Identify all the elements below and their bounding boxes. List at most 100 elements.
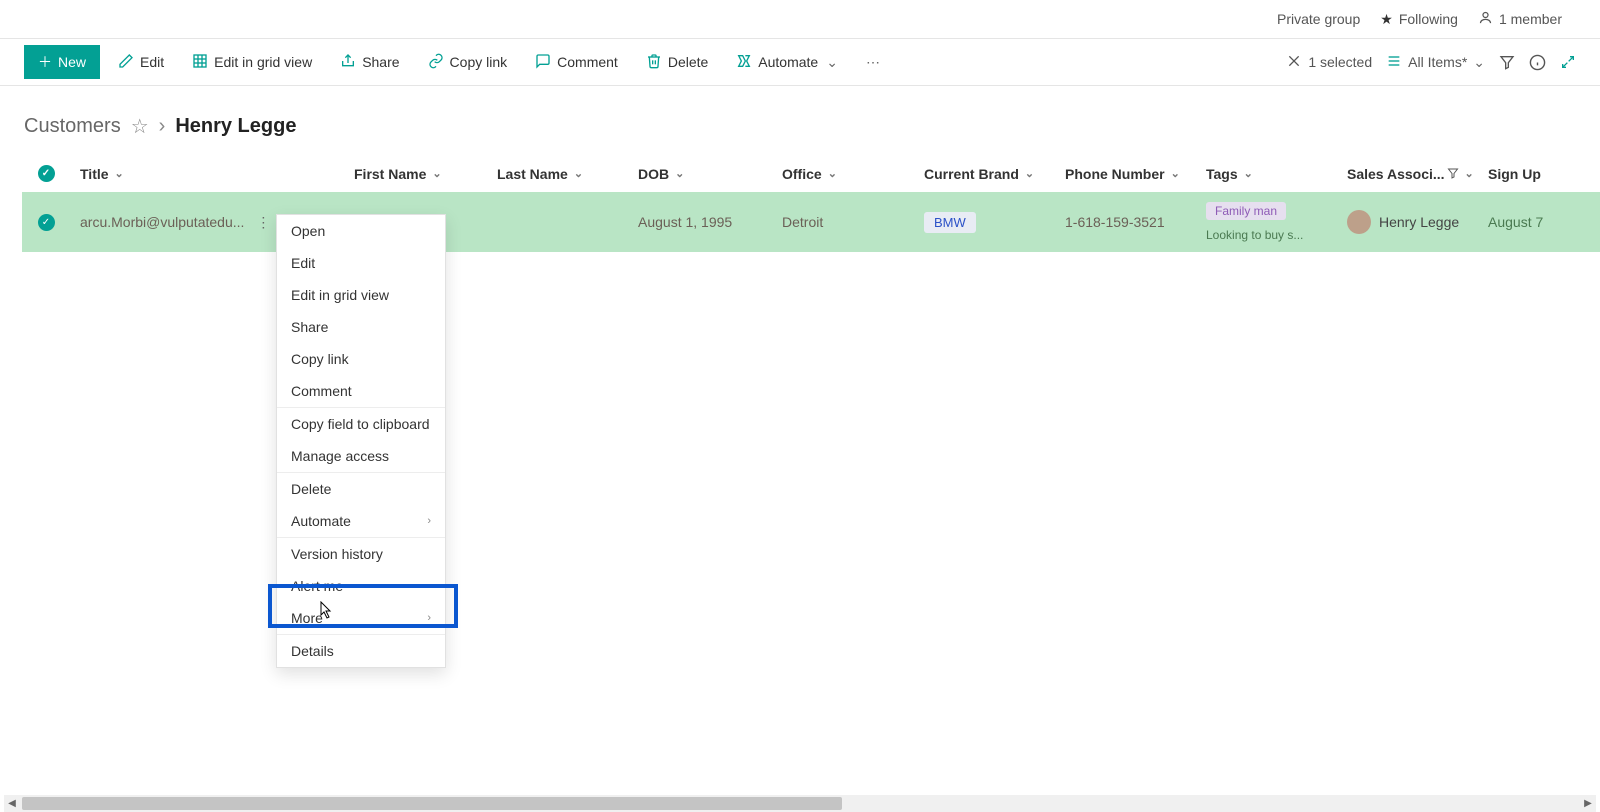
private-group-label: Private group [1277, 11, 1360, 27]
star-filled-icon: ★ [1380, 11, 1393, 28]
cell-phone: 1-618-159-3521 [1065, 214, 1206, 230]
menu-automate[interactable]: Automate › [277, 505, 445, 537]
menu-edit-grid[interactable]: Edit in grid view [277, 279, 445, 311]
new-button[interactable]: ＋ New [24, 45, 100, 79]
menu-details[interactable]: Details [277, 635, 445, 667]
edit-button[interactable]: Edit [108, 47, 174, 78]
tag-pill: Family man [1206, 202, 1286, 220]
list-icon [1386, 53, 1402, 72]
column-header-title[interactable]: Title ⌄ [70, 166, 354, 182]
menu-more[interactable]: More › [277, 602, 445, 634]
funnel-icon [1499, 54, 1515, 70]
breadcrumb: Customers ☆ › Henry Legge [0, 86, 1600, 155]
top-info-bar: Private group ★ Following 1 member [0, 0, 1600, 38]
tag-text: Looking to buy s... [1206, 228, 1303, 242]
info-icon [1529, 54, 1546, 71]
comment-icon [535, 53, 551, 72]
filter-button[interactable] [1499, 54, 1515, 70]
close-icon [1286, 53, 1302, 72]
scrollbar-thumb[interactable] [22, 797, 842, 810]
chevron-down-icon: ⌄ [115, 167, 124, 180]
column-header-tags[interactable]: Tags ⌄ [1206, 166, 1347, 182]
expand-button[interactable] [1560, 54, 1576, 70]
clear-selection-button[interactable]: 1 selected [1286, 53, 1372, 72]
pencil-icon [118, 53, 134, 72]
list-table: ✓ Title ⌄ First Name ⌄ Last Name ⌄ DOB ⌄… [0, 155, 1600, 252]
chevron-down-icon: ⌄ [1171, 167, 1180, 180]
delete-button[interactable]: Delete [636, 47, 718, 78]
column-header-last-name[interactable]: Last Name ⌄ [497, 166, 638, 182]
menu-share[interactable]: Share [277, 311, 445, 343]
menu-copy-link[interactable]: Copy link [277, 343, 445, 375]
cell-brand: BMW [924, 212, 1065, 233]
column-header-sales-assoc[interactable]: Sales Associ... ⌄ [1347, 166, 1488, 182]
chevron-down-icon: ⌄ [828, 167, 837, 180]
breadcrumb-list[interactable]: Customers [24, 115, 121, 138]
cell-dob: August 1, 1995 [638, 214, 782, 230]
chevron-down-icon: ⌄ [432, 167, 441, 180]
check-circle-icon: ✓ [38, 165, 55, 182]
column-header-signup[interactable]: Sign Up [1488, 166, 1568, 182]
chevron-down-icon: ⌄ [826, 54, 838, 71]
edit-grid-button[interactable]: Edit in grid view [182, 47, 322, 78]
check-circle-icon: ✓ [38, 214, 55, 231]
more-horizontal-icon: ⋯ [866, 54, 880, 70]
cell-office: Detroit [782, 214, 924, 230]
row-checkbox[interactable]: ✓ [22, 214, 70, 231]
scroll-right-arrow[interactable]: ▶ [1580, 797, 1596, 810]
grid-icon [192, 53, 208, 72]
chevron-down-icon: ⌄ [1473, 54, 1485, 71]
link-icon [428, 53, 444, 72]
cell-assoc: Henry Legge [1347, 210, 1488, 234]
menu-comment[interactable]: Comment [277, 375, 445, 407]
row-actions-button[interactable]: ⋮ [252, 210, 274, 235]
chevron-down-icon: ⌄ [1244, 167, 1253, 180]
share-button[interactable]: Share [330, 47, 409, 78]
column-header-phone[interactable]: Phone Number ⌄ [1065, 166, 1206, 182]
horizontal-scrollbar[interactable]: ◀ ▶ [4, 795, 1596, 812]
menu-manage-access[interactable]: Manage access [277, 440, 445, 472]
copy-link-button[interactable]: Copy link [418, 47, 518, 78]
right-tools: 1 selected All Items* ⌄ [1286, 53, 1576, 72]
menu-copy-field[interactable]: Copy field to clipboard [277, 408, 445, 440]
cell-signup: August 7 [1488, 214, 1568, 230]
star-outline-icon[interactable]: ☆ [131, 114, 149, 139]
automate-button[interactable]: Automate ⌄ [726, 47, 848, 78]
select-all-checkbox[interactable]: ✓ [22, 165, 70, 182]
menu-delete[interactable]: Delete [277, 473, 445, 505]
avatar [1347, 210, 1371, 234]
share-icon [340, 53, 356, 72]
scroll-left-arrow[interactable]: ◀ [4, 797, 20, 810]
table-row[interactable]: ✓ arcu.Morbi@vulputatedu... ⋮ Eric Augus… [22, 192, 1600, 252]
list-header-row: ✓ Title ⌄ First Name ⌄ Last Name ⌄ DOB ⌄… [22, 155, 1600, 192]
chevron-down-icon: ⌄ [1465, 167, 1474, 180]
chevron-right-icon: › [427, 515, 431, 527]
brand-pill: BMW [924, 212, 976, 233]
flow-icon [736, 53, 752, 72]
person-icon [1478, 10, 1493, 28]
info-button[interactable] [1529, 54, 1546, 71]
expand-icon [1560, 54, 1576, 70]
column-header-office[interactable]: Office ⌄ [782, 166, 924, 182]
chevron-down-icon: ⌄ [574, 167, 583, 180]
column-header-brand[interactable]: Current Brand ⌄ [924, 166, 1065, 182]
chevron-right-icon: › [159, 115, 166, 138]
members-button[interactable]: 1 member [1478, 10, 1562, 28]
more-button[interactable]: ⋯ [856, 48, 890, 77]
funnel-icon [1447, 166, 1459, 182]
menu-open[interactable]: Open [277, 215, 445, 247]
view-selector[interactable]: All Items* ⌄ [1386, 53, 1485, 72]
plus-icon: ＋ [38, 52, 52, 72]
following-button[interactable]: ★ Following [1380, 11, 1458, 28]
menu-version-history[interactable]: Version history [277, 538, 445, 570]
context-menu: Open Edit Edit in grid view Share Copy l… [276, 214, 446, 668]
row-title-link[interactable]: arcu.Morbi@vulputatedu... [80, 214, 244, 230]
column-header-first-name[interactable]: First Name ⌄ [354, 166, 497, 182]
menu-edit[interactable]: Edit [277, 247, 445, 279]
column-header-dob[interactable]: DOB ⌄ [638, 166, 782, 182]
chevron-right-icon: › [427, 612, 431, 624]
comment-button[interactable]: Comment [525, 47, 628, 78]
command-bar: ＋ New Edit Edit in grid view Share Copy … [0, 38, 1600, 86]
more-vertical-icon: ⋮ [256, 214, 270, 230]
menu-alert-me[interactable]: Alert me [277, 570, 445, 602]
